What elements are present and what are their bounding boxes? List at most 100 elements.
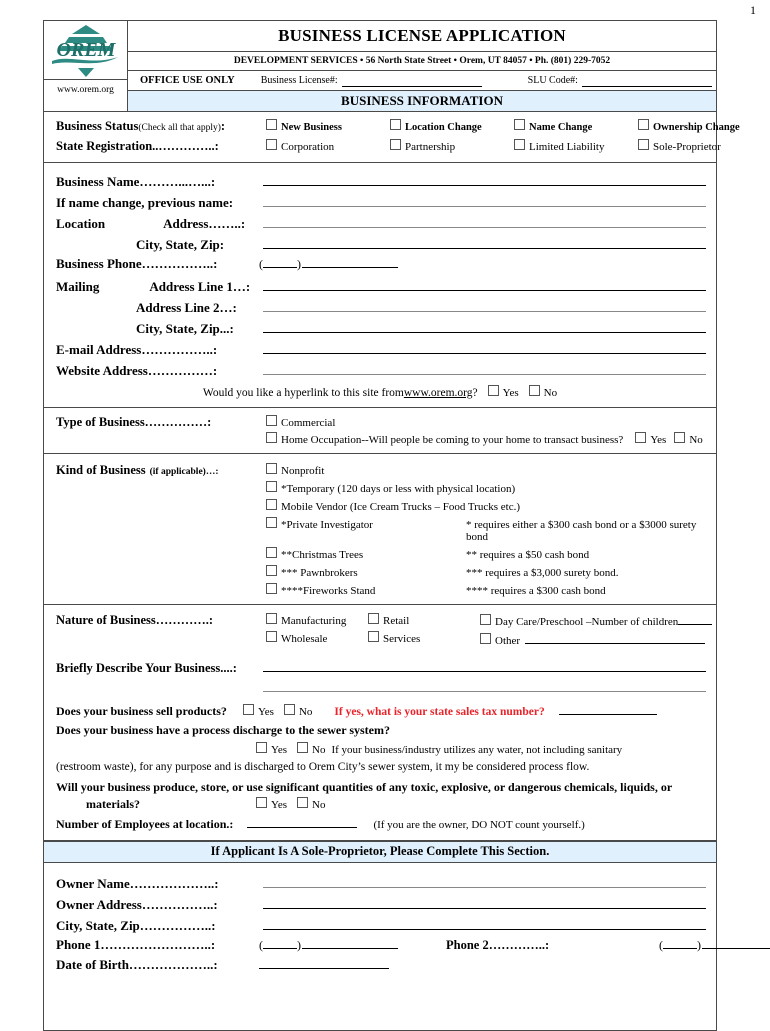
checkbox-commercial[interactable]: Commercial — [266, 415, 706, 429]
checkbox-icon[interactable] — [368, 631, 379, 642]
checkbox-icon[interactable] — [638, 139, 649, 150]
checkbox-limited-liability[interactable]: Limited Liability — [514, 139, 638, 153]
phone1-area-code-input[interactable] — [263, 936, 297, 949]
checkbox-icon[interactable] — [256, 796, 267, 808]
checkbox-icon[interactable] — [674, 432, 686, 443]
checkbox-wholesale[interactable]: Wholesale — [266, 631, 368, 645]
checkbox-icon[interactable] — [635, 432, 647, 443]
checkbox-icon[interactable] — [256, 742, 267, 753]
checkbox-icon[interactable] — [266, 415, 277, 426]
checkbox-icon[interactable] — [266, 547, 277, 558]
checkbox-hyperlink-yes[interactable]: Yes — [487, 385, 519, 399]
checkbox-icon[interactable] — [390, 139, 401, 150]
checkbox-icon[interactable] — [297, 796, 309, 808]
phone-number-input[interactable] — [302, 255, 398, 268]
checkbox-partnership[interactable]: Partnership — [390, 139, 514, 153]
checkbox-icon[interactable] — [368, 613, 379, 624]
checkbox-new-business[interactable]: New Business — [266, 119, 390, 133]
checkbox-icon[interactable] — [266, 631, 277, 642]
checkbox-icon[interactable] — [266, 583, 277, 594]
checkbox-retail[interactable]: Retail — [368, 613, 480, 627]
checkbox-icon[interactable] — [480, 633, 491, 644]
checkbox-icon[interactable] — [283, 704, 295, 715]
phone1-number-input[interactable] — [302, 936, 398, 949]
checkbox-pawnbrokers[interactable]: *** Pawnbrokers *** requires a $3,000 sur… — [266, 565, 706, 579]
phone2-area-code-input[interactable] — [663, 936, 697, 949]
checkbox-icon[interactable] — [266, 432, 277, 443]
checkbox-corporation[interactable]: Corporation — [266, 139, 390, 153]
checkbox-icon[interactable] — [638, 119, 649, 130]
kind-of-business-section: Kind of Business (if applicable)…: Nonpr… — [44, 454, 716, 605]
mailing-city-input[interactable] — [263, 318, 706, 333]
checkbox-fireworks-stand[interactable]: ****Fireworks Stand **** requires a $300 … — [266, 583, 706, 597]
owner-address-input[interactable] — [263, 894, 706, 909]
business-name-input[interactable] — [263, 171, 706, 186]
checkbox-icon[interactable] — [487, 385, 499, 396]
checkbox-sole-proprietor[interactable]: Sole-Proprietor — [638, 139, 762, 153]
describe-business-input-2[interactable] — [263, 677, 706, 692]
orem-url-link[interactable]: www.orem.org — [404, 387, 473, 399]
checkbox-icon[interactable] — [514, 139, 525, 150]
checkbox-private-investigator[interactable]: *Private Investigator * requires either a… — [266, 517, 706, 543]
website-input[interactable] — [263, 360, 706, 375]
sales-tax-number-input[interactable] — [558, 703, 657, 715]
other-nature-input[interactable] — [525, 632, 706, 644]
phone-area-code-input[interactable] — [263, 255, 297, 268]
checkbox-icon[interactable] — [480, 614, 491, 625]
checkbox-icon[interactable] — [514, 119, 525, 130]
checkbox-icon[interactable] — [297, 742, 309, 753]
phone1-input[interactable]: () — [259, 936, 398, 953]
checkbox-manufacturing[interactable]: Manufacturing — [266, 613, 368, 627]
checkbox-icon[interactable] — [266, 517, 277, 528]
describe-business-input-1[interactable] — [263, 657, 706, 672]
checkbox-home-occupation-no[interactable]: No — [674, 432, 703, 446]
checkbox-mobile-vendor[interactable]: Mobile Vendor (Ice Cream Trucks – Food T… — [266, 499, 706, 513]
checkbox-icon[interactable] — [266, 463, 277, 474]
employees-label: Number of Employees at location.: — [56, 816, 234, 831]
checkbox-services[interactable]: Services — [368, 631, 480, 645]
checkbox-sewer-yes[interactable]: Yes — [256, 742, 287, 756]
checkbox-ownership-change[interactable]: Ownership Change — [638, 119, 762, 133]
checkbox-home-occupation[interactable]: Home Occupation--Will people be coming t… — [266, 432, 706, 446]
checkbox-location-change[interactable]: Location Change — [390, 119, 514, 133]
location-city-input[interactable] — [263, 234, 706, 249]
location-address-input[interactable] — [263, 213, 706, 228]
daycare-children-count-input[interactable] — [678, 613, 713, 625]
previous-name-input[interactable] — [263, 192, 706, 207]
employees-count-input[interactable] — [247, 816, 358, 828]
checkbox-icon[interactable] — [266, 119, 277, 130]
checkbox-chemicals-no[interactable]: No — [297, 796, 325, 811]
business-license-input[interactable] — [341, 75, 482, 87]
checkbox-sewer-no[interactable]: No — [297, 742, 325, 756]
checkbox-nonprofit[interactable]: Nonprofit — [266, 463, 706, 477]
sales-tax-question: If yes, what is your state sales tax num… — [334, 706, 545, 718]
checkbox-christmas-trees[interactable]: **Christmas Trees ** requires a $50 cash … — [266, 547, 706, 561]
checkbox-icon[interactable] — [266, 139, 277, 150]
business-phone-input[interactable]: () — [259, 255, 398, 272]
email-input[interactable] — [263, 339, 706, 354]
phone2-input[interactable]: () — [659, 936, 770, 953]
checkbox-icon[interactable] — [266, 565, 277, 576]
phone2-number-input[interactable] — [702, 936, 770, 949]
checkbox-chemicals-yes[interactable]: Yes — [256, 796, 287, 811]
mailing-line2-input[interactable] — [263, 297, 706, 312]
checkbox-icon[interactable] — [242, 704, 254, 715]
checkbox-temporary[interactable]: *Temporary (120 days or less with physic… — [266, 481, 706, 495]
checkbox-sell-products-yes[interactable]: Yes — [242, 704, 274, 718]
checkbox-icon[interactable] — [390, 119, 401, 130]
checkbox-name-change[interactable]: Name Change — [514, 119, 638, 133]
date-of-birth-input[interactable] — [259, 957, 389, 969]
owner-name-input[interactable] — [263, 873, 706, 888]
mailing-line1-input[interactable] — [263, 276, 706, 291]
checkbox-icon[interactable] — [266, 481, 277, 492]
owner-city-input[interactable] — [263, 915, 706, 930]
checkbox-icon[interactable] — [266, 499, 277, 510]
checkbox-icon[interactable] — [528, 385, 540, 396]
checkbox-daycare[interactable]: Day Care/Preschool –Number of children — [480, 613, 713, 628]
checkbox-hyperlink-no[interactable]: No — [528, 385, 557, 399]
checkbox-icon[interactable] — [266, 613, 277, 624]
checkbox-other[interactable]: Other — [480, 632, 712, 647]
checkbox-home-occupation-yes[interactable]: Yes — [635, 432, 666, 446]
slu-code-input[interactable] — [581, 75, 712, 87]
checkbox-sell-products-no[interactable]: No — [283, 704, 312, 718]
